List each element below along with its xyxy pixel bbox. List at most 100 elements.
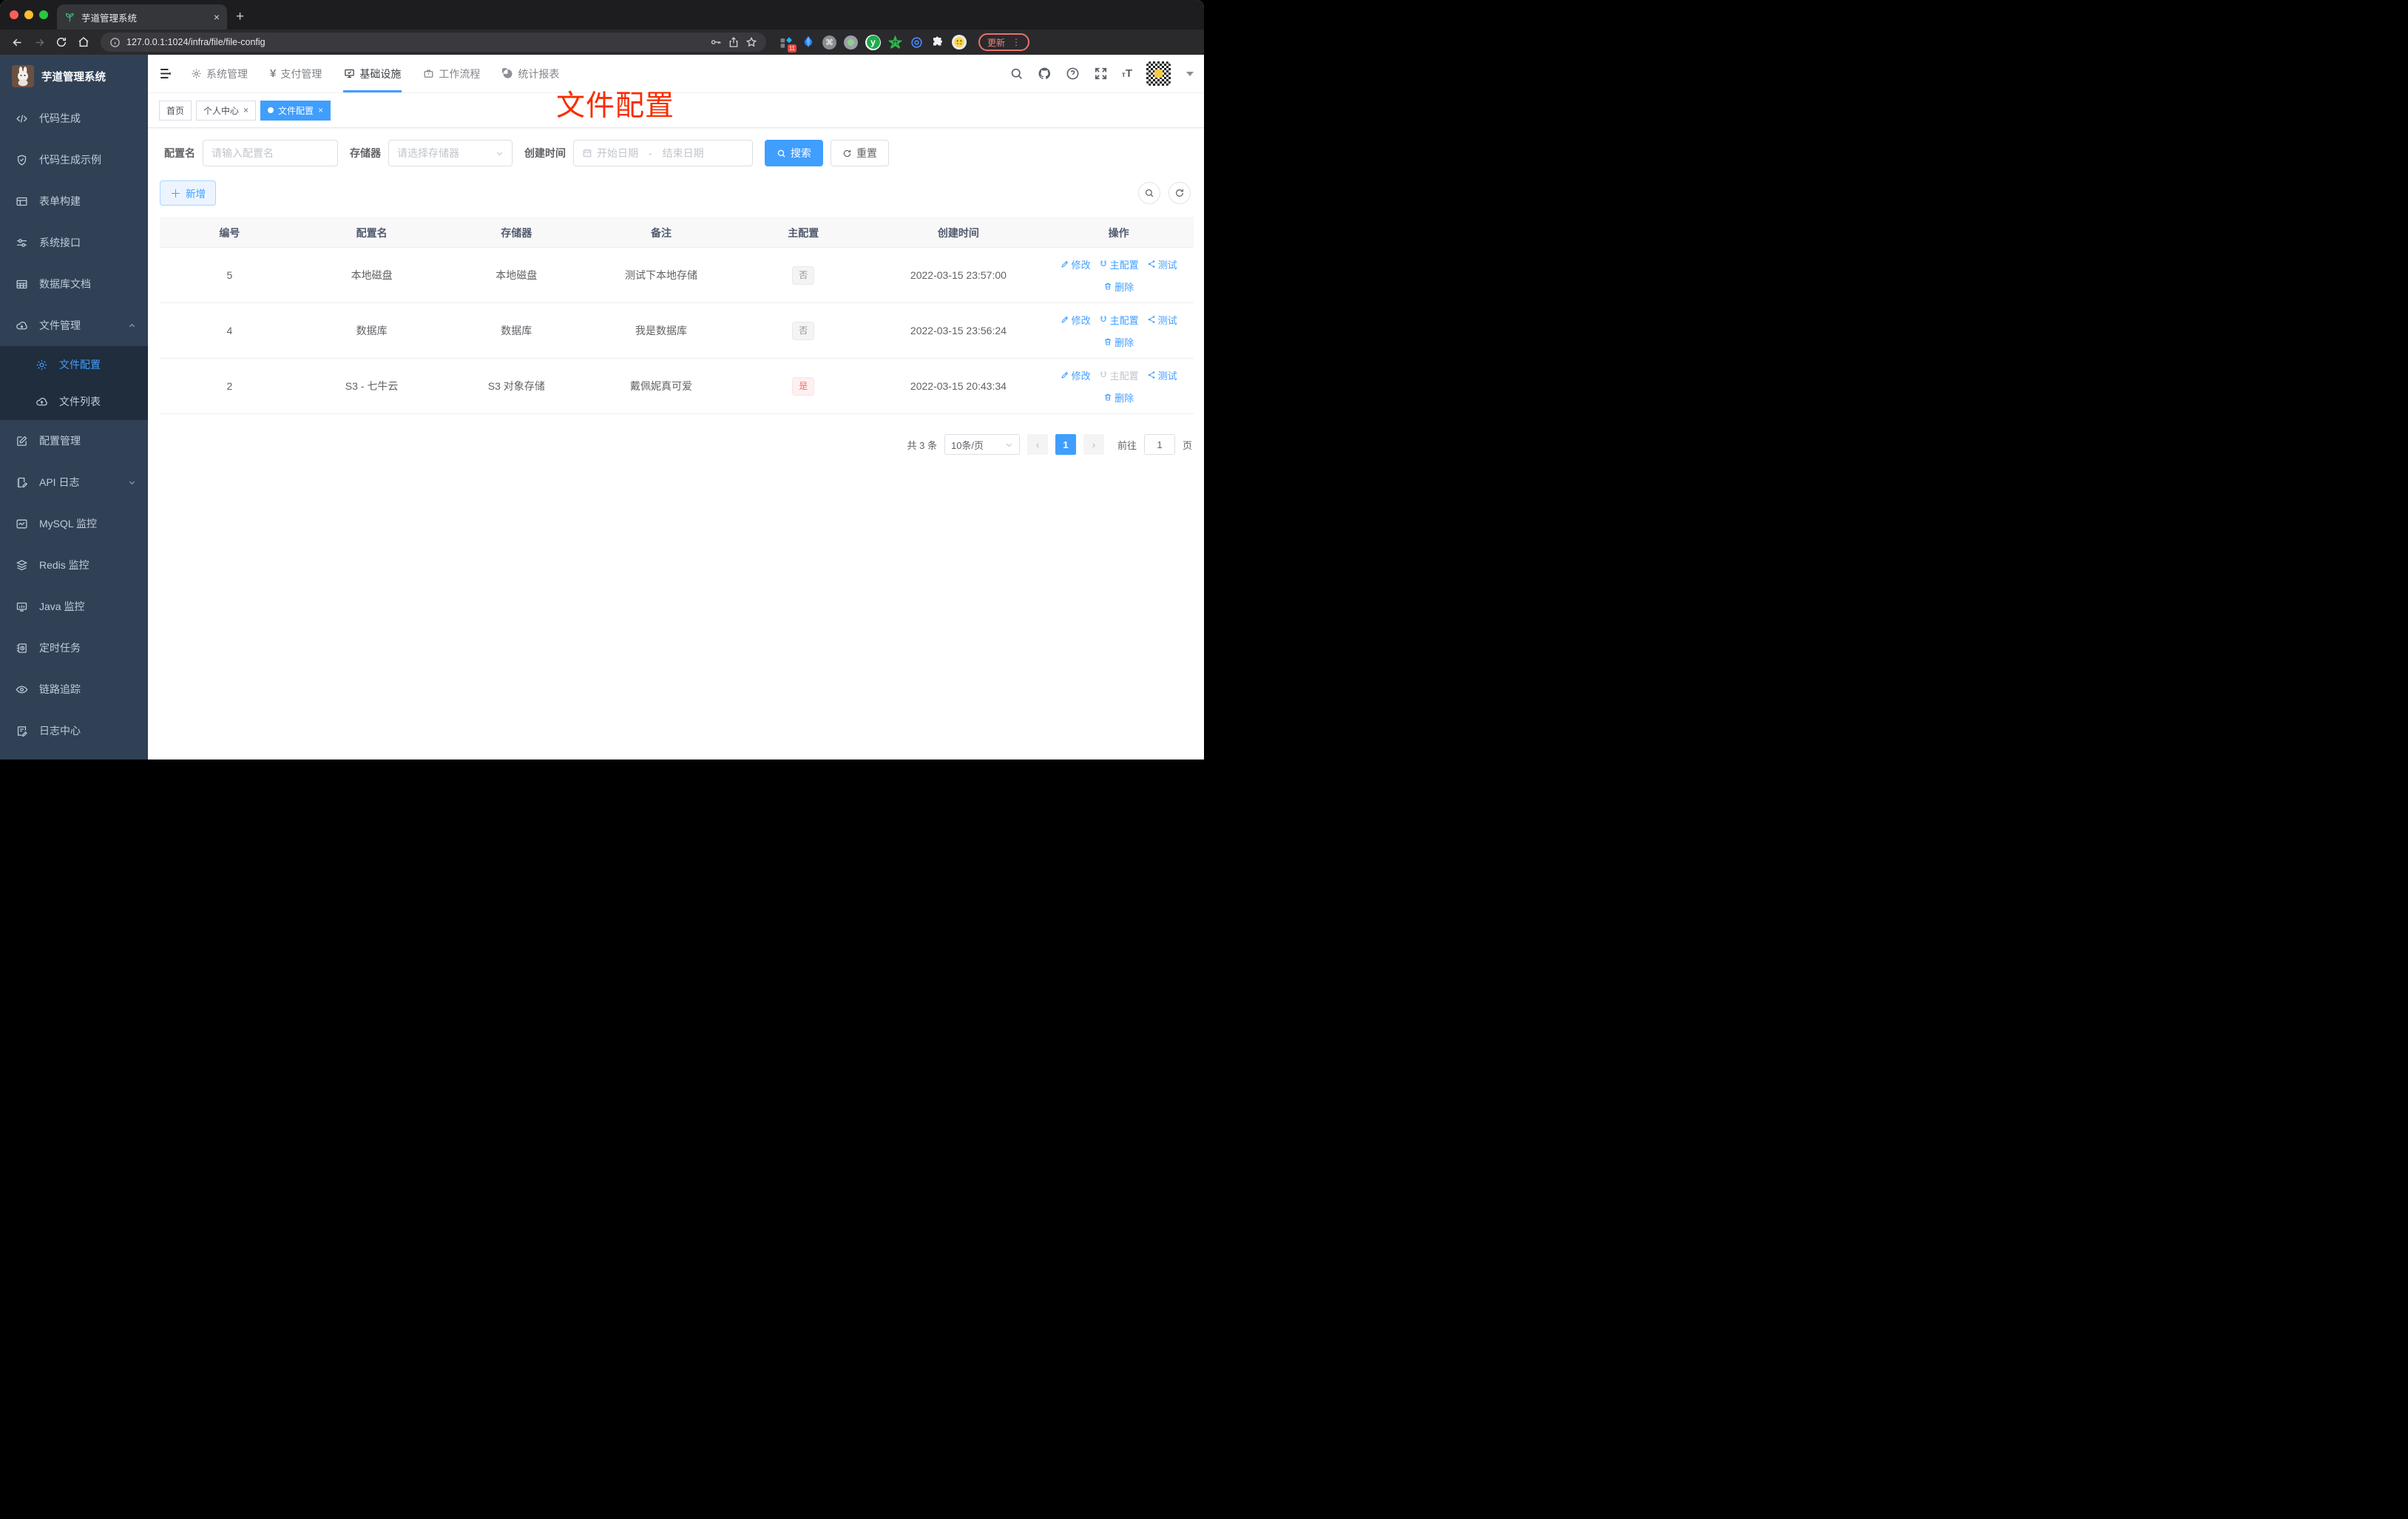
sidebar-item-file-list[interactable]: 文件列表 xyxy=(0,383,148,420)
github-icon[interactable] xyxy=(1038,67,1052,81)
sidebar-item-config-management[interactable]: 配置管理 xyxy=(0,420,148,461)
bookmark-star-icon[interactable] xyxy=(745,36,757,48)
reset-button-label: 重置 xyxy=(856,147,877,159)
tag-home[interactable]: 首页 xyxy=(159,100,192,121)
delete-action[interactable]: 删除 xyxy=(1103,390,1134,405)
sidebar-item-api-log[interactable]: API 日志 xyxy=(0,461,148,503)
minimize-window-button[interactable] xyxy=(24,10,33,19)
tag-close-icon[interactable]: × xyxy=(318,105,323,115)
topnav-reports[interactable]: 统计报表 xyxy=(494,55,567,92)
url-text[interactable]: 127.0.0.1:1024/infra/file/file-config xyxy=(126,37,704,47)
extension-dot-icon[interactable] xyxy=(844,35,858,50)
browser-update-button[interactable]: 更新 ⋮ xyxy=(978,33,1030,51)
browser-tab-strip: 芋道管理系统 × + xyxy=(0,0,1204,30)
delete-action[interactable]: 删除 xyxy=(1103,280,1134,294)
extension-star-icon[interactable] xyxy=(888,35,902,50)
prev-page-button[interactable]: ‹ xyxy=(1027,434,1048,455)
refresh-table-button[interactable] xyxy=(1169,182,1191,204)
back-icon[interactable] xyxy=(7,33,27,52)
edit-action[interactable]: 修改 xyxy=(1061,257,1091,271)
sidebar-item-scheduled-tasks[interactable]: 定时任务 xyxy=(0,627,148,669)
column-header-actions: 操作 xyxy=(1044,217,1194,248)
test-action[interactable]: 测试 xyxy=(1147,313,1177,327)
sidebar-item-label: 定时任务 xyxy=(39,642,81,654)
toggle-search-button[interactable] xyxy=(1138,182,1160,204)
search-icon[interactable] xyxy=(1009,67,1024,81)
tag-close-icon[interactable]: × xyxy=(243,105,248,115)
edit-action[interactable]: 修改 xyxy=(1061,313,1091,327)
topnav-infrastructure[interactable]: 基础设施 xyxy=(336,55,409,92)
sidebar-collapse-icon[interactable] xyxy=(148,67,183,81)
sidebar-item-redis-monitor[interactable]: Redis 监控 xyxy=(0,544,148,586)
address-bar[interactable]: 127.0.0.1:1024/infra/file/file-config xyxy=(101,33,766,52)
extension-y-icon[interactable]: y xyxy=(865,34,881,50)
current-page[interactable]: 1 xyxy=(1055,434,1076,455)
search-button[interactable]: 搜索 xyxy=(765,140,823,166)
sidebar-item-file-management[interactable]: 文件管理 xyxy=(0,305,148,346)
sidebar-item-log-center[interactable]: 日志中心 xyxy=(0,710,148,751)
sidebar-item-code-gen[interactable]: 代码生成 xyxy=(0,98,148,139)
kebab-menu-icon[interactable]: ⋮ xyxy=(1012,37,1021,47)
password-key-icon[interactable] xyxy=(710,36,722,48)
close-window-button[interactable] xyxy=(10,10,18,19)
extension-emoji-icon[interactable] xyxy=(952,35,967,50)
sidebar-item-code-gen-demo[interactable]: 代码生成示例 xyxy=(0,139,148,180)
topnav-system[interactable]: 系统管理 xyxy=(183,55,256,92)
tab-close-icon[interactable]: × xyxy=(214,11,220,23)
test-action[interactable]: 测试 xyxy=(1147,257,1177,271)
master-action[interactable]: 主配置 xyxy=(1099,313,1139,327)
extension-gem-icon[interactable] xyxy=(801,35,815,50)
master-action[interactable]: 主配置 xyxy=(1099,257,1139,271)
tag-file-config[interactable]: 文件配置 × xyxy=(260,100,331,121)
site-info-icon[interactable] xyxy=(109,37,121,48)
sidebar-item-java-monitor[interactable]: Java 监控 xyxy=(0,586,148,627)
cell-id: 4 xyxy=(160,302,300,359)
add-button[interactable]: ＋ 新增 xyxy=(160,180,217,206)
sidebar-item-form-builder[interactable]: 表单构建 xyxy=(0,180,148,222)
goto-page-input[interactable] xyxy=(1143,434,1175,455)
test-action[interactable]: 测试 xyxy=(1147,368,1177,382)
user-caret-down-icon[interactable] xyxy=(1186,71,1194,76)
storage-select[interactable] xyxy=(388,140,513,166)
new-tab-button[interactable]: + xyxy=(227,9,254,30)
chart-frame-icon xyxy=(16,519,27,528)
share-nodes-icon xyxy=(1148,316,1154,323)
share-icon[interactable] xyxy=(728,36,740,48)
config-name-input[interactable] xyxy=(203,140,338,166)
favicon-plant-icon xyxy=(64,12,75,23)
sidebar-item-file-config[interactable]: 文件配置 xyxy=(0,346,148,383)
zoom-window-button[interactable] xyxy=(39,10,48,19)
reload-icon[interactable] xyxy=(52,33,71,52)
cell-name: 本地磁盘 xyxy=(299,247,444,303)
font-size-icon[interactable]: тT xyxy=(1122,67,1132,80)
table-row: 5 本地磁盘 本地磁盘 测试下本地存储 否 2022-03-15 23:57:0… xyxy=(160,247,1194,303)
page-size-select[interactable]: 10条/页 xyxy=(944,434,1020,455)
sidebar-item-db-doc[interactable]: 数据库文档 xyxy=(0,263,148,305)
next-page-button[interactable]: › xyxy=(1083,434,1104,455)
extension-grid-icon[interactable]: 11 xyxy=(779,35,797,53)
forward-icon[interactable] xyxy=(30,33,49,52)
delete-action[interactable]: 删除 xyxy=(1103,335,1134,349)
help-icon[interactable] xyxy=(1066,67,1080,81)
extension-command-icon[interactable]: ⌘ xyxy=(822,35,836,50)
tag-profile[interactable]: 个人中心 × xyxy=(196,100,257,121)
topnav-workflow[interactable]: 工作流程 xyxy=(415,55,488,92)
sidebar-item-label: Redis 监控 xyxy=(39,559,89,571)
sidebar-item-system-api[interactable]: 系统接口 xyxy=(0,222,148,263)
sidebar-item-tracing[interactable]: 链路追踪 xyxy=(0,669,148,710)
avatar[interactable] xyxy=(1146,61,1171,86)
date-start-placeholder: 开始日期 xyxy=(597,147,638,159)
magnet-icon xyxy=(1100,316,1106,322)
fullscreen-icon[interactable] xyxy=(1094,67,1108,81)
date-range-picker[interactable]: 开始日期 - 结束日期 xyxy=(573,140,753,166)
cloud-upload-icon xyxy=(36,397,47,405)
topnav-payment[interactable]: ¥ 支付管理 xyxy=(262,55,330,92)
browser-tab[interactable]: 芋道管理系统 × xyxy=(57,4,227,30)
sidebar-item-mysql-monitor[interactable]: MySQL 监控 xyxy=(0,503,148,544)
extension-puzzle-icon[interactable] xyxy=(931,35,944,49)
home-icon[interactable] xyxy=(74,33,93,52)
tags-view: 首页 个人中心 × 文件配置 × xyxy=(148,93,1204,128)
reset-button[interactable]: 重置 xyxy=(831,140,889,166)
extension-rings-icon[interactable] xyxy=(910,35,924,50)
edit-action[interactable]: 修改 xyxy=(1061,368,1091,382)
